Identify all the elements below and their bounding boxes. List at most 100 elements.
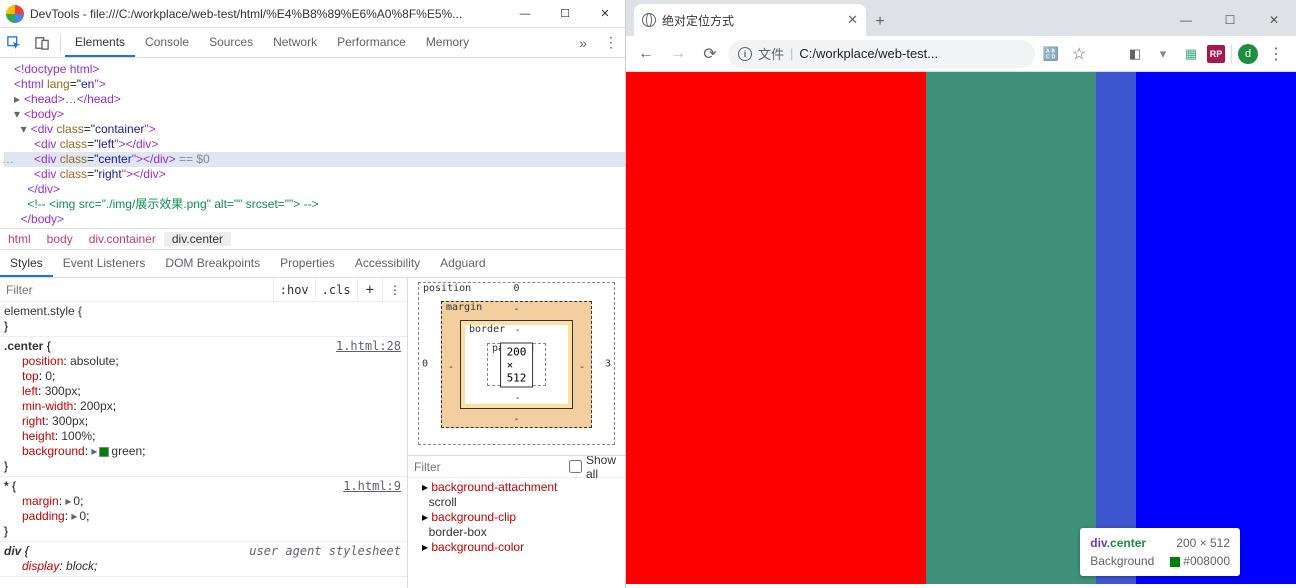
tab-console[interactable]: Console <box>135 28 199 57</box>
separator <box>60 34 61 52</box>
crumb-body[interactable]: body <box>39 232 81 246</box>
dom-line: <html lang="en"> <box>4 77 625 92</box>
browser-tab[interactable]: 绝对定位方式 ✕ <box>634 4 866 36</box>
tab-performance[interactable]: Performance <box>327 28 416 57</box>
styles-filter-input[interactable] <box>0 283 273 297</box>
color-swatch-icon <box>1170 557 1180 567</box>
url-text: C:/workplace/web-test... <box>799 46 938 61</box>
devtools-title: DevTools - file:///C:/workplace/web-test… <box>30 7 505 21</box>
subtab-properties[interactable]: Properties <box>270 250 345 277</box>
close-tab-icon[interactable]: ✕ <box>847 12 858 28</box>
inspect-icon[interactable] <box>0 29 28 57</box>
maximize-button[interactable]: ☐ <box>545 0 585 28</box>
dom-line: ▾<body> <box>4 107 625 122</box>
css-rules[interactable]: element.style { } 1.html:28 .center { po… <box>0 302 407 588</box>
box-model[interactable]: position 0 0 3 margin - - - - border - <box>408 278 625 456</box>
url-scheme-label: 文件 <box>758 44 784 63</box>
page-left-column <box>626 72 926 584</box>
crumb-center[interactable]: div.center <box>164 232 231 246</box>
extension-icon[interactable]: ▾ <box>1151 42 1175 66</box>
rule-center: 1.html:28 .center { position: absolute; … <box>0 337 407 477</box>
dom-tree[interactable]: <!doctype html> <html lang="en"> ▸<head>… <box>0 58 625 228</box>
maximize-button[interactable]: ☐ <box>1208 4 1252 36</box>
page-right-column-b <box>1136 72 1296 584</box>
rule-source-ua: user agent stylesheet <box>249 544 401 559</box>
color-swatch-icon[interactable] <box>99 447 109 457</box>
extension-icon[interactable] <box>1095 42 1119 66</box>
more-tabs-icon[interactable]: » <box>569 35 597 51</box>
dom-line: <!-- <img src="./img/展示效果.png" alt="" sr… <box>4 197 625 212</box>
box-model-content: 200 × 512 <box>500 342 534 387</box>
menu-icon[interactable]: ⋮ <box>1262 40 1290 68</box>
styles-rules-pane: :hov .cls + ⋮ element.style { } 1.html:2… <box>0 278 408 588</box>
element-tooltip: div.center 200 × 512 Background #008000 <box>1080 528 1240 576</box>
dom-line: <div class="right"></div> <box>4 167 625 182</box>
styles-subtabs: Styles Event Listeners DOM Breakpoints P… <box>0 250 625 278</box>
page-center-column <box>926 72 1096 584</box>
subtab-dom-breakpoints[interactable]: DOM Breakpoints <box>155 250 270 277</box>
devtools-header: Elements Console Sources Network Perform… <box>0 28 625 58</box>
close-button[interactable]: ✕ <box>585 0 625 28</box>
rule-source-link[interactable]: 1.html:9 <box>343 479 401 494</box>
dom-line: ▸<head>…</head> <box>4 92 625 107</box>
rule-star: 1.html:9 * { margin: ▸0; padding: ▸0; } <box>0 477 407 542</box>
crumb-container[interactable]: div.container <box>81 232 164 246</box>
subtab-accessibility[interactable]: Accessibility <box>345 250 430 277</box>
devtools-titlebar: DevTools - file:///C:/workplace/web-test… <box>0 0 625 28</box>
minimize-button[interactable]: — <box>505 0 545 28</box>
back-button[interactable]: ← <box>632 40 660 68</box>
rule-source-link[interactable]: 1.html:28 <box>336 339 401 354</box>
tab-network[interactable]: Network <box>263 28 327 57</box>
devtools-tabs: Elements Console Sources Network Perform… <box>65 28 479 57</box>
new-rule-button[interactable]: + <box>357 278 382 301</box>
profile-avatar[interactable]: d <box>1238 44 1258 64</box>
breadcrumb: html body div.container div.center <box>0 228 625 250</box>
extension-rp-icon[interactable]: RP <box>1207 45 1225 63</box>
computed-properties[interactable]: ▸ background-attachment scroll ▸ backgro… <box>408 478 625 588</box>
devtools-window: DevTools - file:///C:/workplace/web-test… <box>0 0 626 588</box>
close-button[interactable]: ✕ <box>1252 4 1296 36</box>
dom-line: </body> <box>4 212 625 227</box>
minimize-button[interactable]: — <box>1164 4 1208 36</box>
browser-titlebar: 绝对定位方式 ✕ + — ☐ ✕ <box>626 0 1296 36</box>
bookmark-icon[interactable]: ☆ <box>1067 42 1091 66</box>
extension-icon[interactable]: ▦ <box>1179 42 1203 66</box>
dom-line-selected: <div class="center"></div> == $0 <box>4 152 625 167</box>
computed-pane: position 0 0 3 margin - - - - border - <box>408 278 625 588</box>
separator <box>1231 45 1232 63</box>
reload-button[interactable]: ⟳ <box>696 40 724 68</box>
more-actions-icon[interactable]: ⋮ <box>382 278 407 301</box>
page-viewport: div.center 200 × 512 Background #008000 <box>626 72 1296 588</box>
settings-icon[interactable]: ⋮ <box>597 34 625 51</box>
rule-element-style: element.style { } <box>0 302 407 337</box>
crumb-html[interactable]: html <box>0 232 39 246</box>
translate-icon[interactable]: 🔠 <box>1039 42 1063 66</box>
computed-filter-input[interactable] <box>414 460 569 474</box>
extension-icon[interactable]: ◧ <box>1123 42 1147 66</box>
styles-content: :hov .cls + ⋮ element.style { } 1.html:2… <box>0 278 625 588</box>
browser-toolbar: ← → ⟳ i 文件 | C:/workplace/web-test... 🔠 … <box>626 36 1296 72</box>
dom-line: ▾<div class="container"> <box>4 122 625 137</box>
globe-icon <box>642 13 656 27</box>
device-icon[interactable] <box>28 29 56 57</box>
chrome-icon <box>6 5 24 23</box>
subtab-adguard[interactable]: Adguard <box>430 250 495 277</box>
styles-filter-row: :hov .cls + ⋮ <box>0 278 407 302</box>
subtab-event-listeners[interactable]: Event Listeners <box>53 250 156 277</box>
cls-toggle[interactable]: .cls <box>315 278 357 301</box>
tab-sources[interactable]: Sources <box>199 28 263 57</box>
forward-button[interactable]: → <box>664 40 692 68</box>
dom-line: <div class="left"></div> <box>4 137 625 152</box>
tab-elements[interactable]: Elements <box>65 28 135 57</box>
tab-memory[interactable]: Memory <box>416 28 479 57</box>
rule-div-ua: user agent stylesheet div { display: blo… <box>0 542 407 577</box>
new-tab-button[interactable]: + <box>866 8 894 36</box>
browser-window: 绝对定位方式 ✕ + — ☐ ✕ ← → ⟳ i 文件 | C:/workpla… <box>626 0 1296 588</box>
hov-toggle[interactable]: :hov <box>273 278 315 301</box>
computed-filter-row: Show all <box>408 456 625 478</box>
show-all-checkbox[interactable]: Show all <box>569 453 619 481</box>
site-info-icon[interactable]: i <box>738 47 752 61</box>
subtab-styles[interactable]: Styles <box>0 250 53 277</box>
dom-line: </div> <box>4 182 625 197</box>
address-bar[interactable]: i 文件 | C:/workplace/web-test... <box>728 40 1035 68</box>
